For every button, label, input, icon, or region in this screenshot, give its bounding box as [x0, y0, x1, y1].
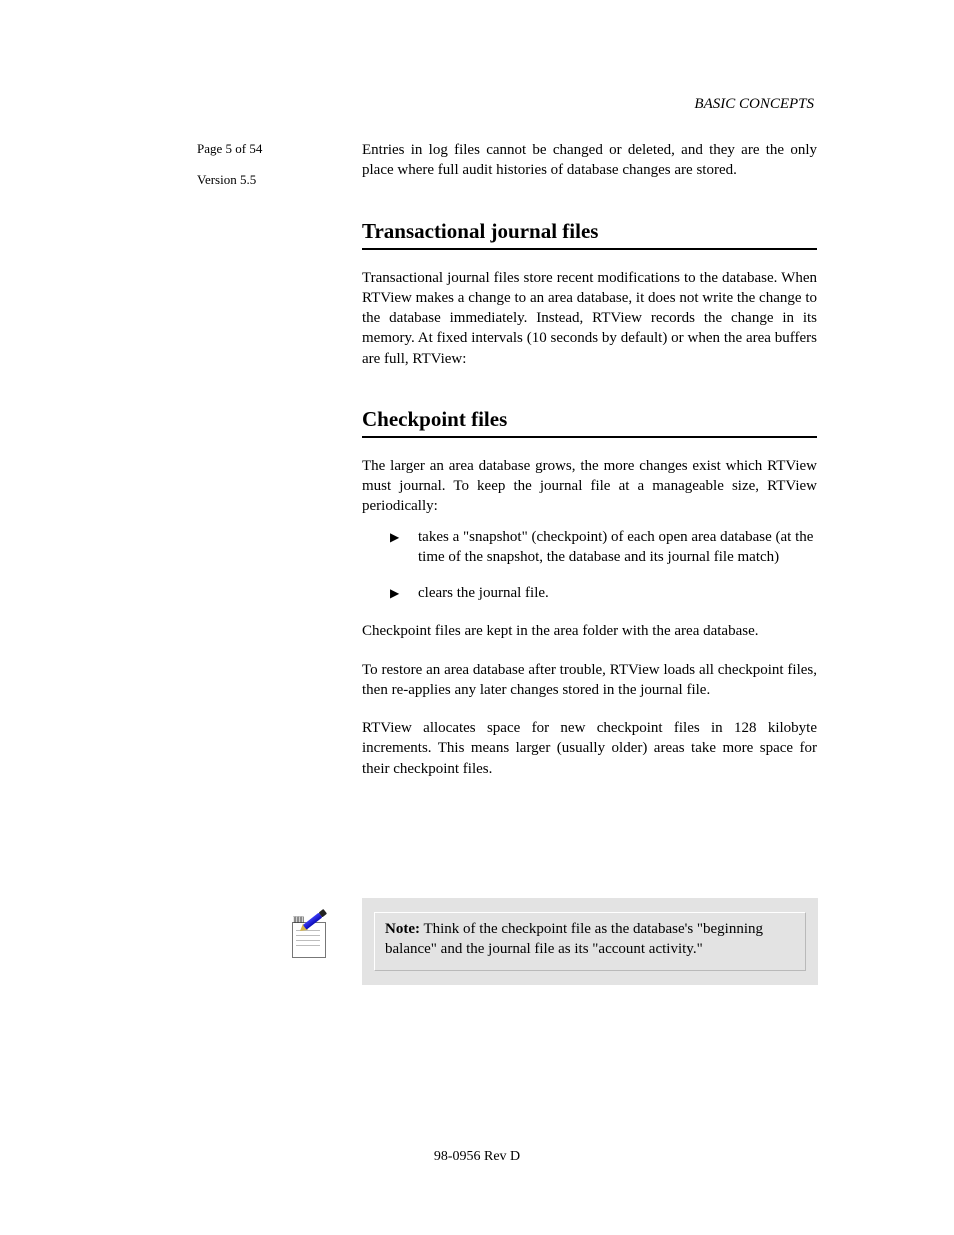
note-block: lllllll Note: Think of the checkpoint fi… — [290, 898, 818, 985]
body-text: Entries in log files cannot be changed o… — [362, 140, 817, 181]
note-body: Think of the checkpoint file as the data… — [385, 921, 763, 957]
note-text: Note: Think of the checkpoint file as th… — [374, 912, 806, 971]
note-box: Note: Think of the checkpoint file as th… — [362, 898, 818, 985]
notepad-icon: lllllll — [290, 918, 330, 960]
page: BASIC CONCEPTS Page 5 of 54 Version 5.5 … — [0, 0, 954, 1235]
body-text: To restore an area database after troubl… — [362, 660, 817, 701]
body-text: The larger an area database grows, the m… — [362, 456, 817, 517]
note-title: Note: — [385, 921, 420, 937]
version-label: Version 5.5 — [197, 171, 307, 189]
main-content: Entries in log files cannot be changed o… — [362, 140, 817, 797]
footer-revision: 98-0956 Rev D — [0, 1149, 954, 1165]
running-header: BASIC CONCEPTS — [694, 96, 814, 113]
heading-journal-files: Transactional journal files — [362, 219, 817, 250]
page-count: Page 5 of 54 — [197, 140, 287, 158]
bullet-list: takes a "snapshot" (checkpoint) of each … — [362, 527, 817, 604]
bullet-item: clears the journal file. — [362, 583, 817, 603]
bullet-item: takes a "snapshot" (checkpoint) of each … — [362, 527, 817, 568]
body-text: Transactional journal files store recent… — [362, 268, 817, 369]
heading-checkpoint-files: Checkpoint files — [362, 407, 817, 438]
body-text: RTView allocates space for new checkpoin… — [362, 718, 817, 779]
body-text: Checkpoint files are kept in the area fo… — [362, 621, 817, 641]
